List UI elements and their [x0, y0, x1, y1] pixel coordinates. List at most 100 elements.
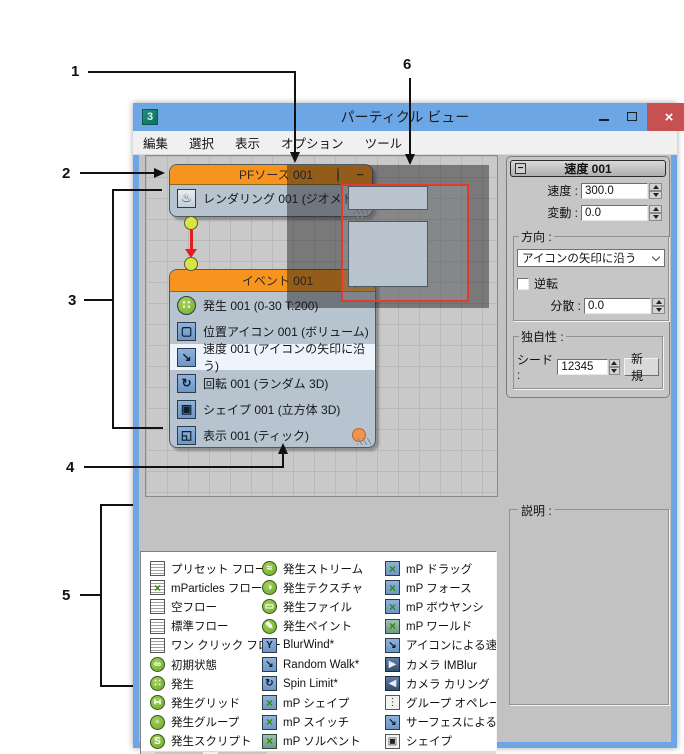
depot-label: プリセット フロー: [171, 563, 267, 576]
particle-view-window: 3 パーティクル ビュー × 編集 選択 表示 オプション ツール PFソース …: [133, 103, 684, 754]
depot-label: 発生テクスチャ: [283, 582, 364, 595]
depot-item-mp-solvent[interactable]: × mP ソルベント: [262, 732, 363, 751]
event-display-canvas[interactable]: PFソース 001 − ♨ レンダリング 001 (ジオメトリ) イベント 00…: [145, 155, 498, 497]
birth-stream-icon: ≈: [262, 561, 277, 577]
reverse-checkbox[interactable]: [517, 277, 529, 290]
depot-item-spin-limit[interactable]: ↻ Spin Limit*: [262, 674, 363, 693]
menu-tools[interactable]: ツール: [365, 133, 403, 152]
spin-up-icon[interactable]: [608, 358, 620, 367]
depot-item-blurwind[interactable]: Y BlurWind*: [262, 636, 363, 655]
birth-group-icon: ▫: [150, 714, 165, 730]
menu-display[interactable]: 表示: [235, 133, 260, 152]
variation-input[interactable]: 0.0: [581, 204, 648, 221]
uniqueness-legend: 独自性 :: [521, 330, 564, 344]
rollout-header[interactable]: − 速度 001: [510, 160, 666, 177]
uniqueness-group: 独自性 : シード : 12345 新規: [513, 328, 663, 389]
depot-label: mP ソルベント: [283, 736, 361, 749]
seed-spinner[interactable]: [608, 358, 620, 375]
seed-input[interactable]: 12345: [557, 358, 608, 375]
birth-paint-icon: ✎: [262, 618, 277, 634]
spin-down-icon[interactable]: [649, 212, 662, 221]
speed-spinner[interactable]: [649, 182, 662, 199]
spin-up-icon[interactable]: [649, 182, 662, 191]
depot-item-mp-drag[interactable]: × mP ドラッグ: [385, 559, 496, 578]
minimize-button[interactable]: [591, 103, 617, 129]
depot-label: カメラ IMBlur: [406, 659, 477, 672]
spin-up-icon[interactable]: [652, 297, 665, 306]
flow-icon: [150, 637, 165, 653]
depot-label: mP ワールド: [406, 621, 473, 634]
callout-1: 1: [71, 63, 80, 80]
event-input-connector[interactable]: [184, 257, 198, 271]
close-button[interactable]: ×: [647, 103, 684, 131]
depot-item-mp-switch[interactable]: × mP スイッチ: [262, 713, 363, 732]
depot-item-speed-by-surface[interactable]: ↘ サーフェスによる速度: [385, 713, 496, 732]
rollout-collapse-icon[interactable]: −: [515, 163, 526, 174]
initial-state-icon: ∞: [150, 657, 165, 673]
callout-2: 2: [62, 165, 71, 182]
depot-item-mp-buoyancy[interactable]: × mP ボウヤンシ: [385, 597, 496, 616]
camera-culling-icon: ◀: [385, 676, 400, 692]
speed-icon: ↘: [177, 347, 196, 367]
spin-up-icon[interactable]: [649, 204, 662, 213]
speed-action-row-selected[interactable]: ↘ 速度 001 (アイコンの矢印に沿う): [170, 342, 375, 373]
depot-item-random-walk[interactable]: ↘ Random Walk*: [262, 655, 363, 674]
rollout-title: 速度 001: [564, 162, 612, 176]
rotation-action-row[interactable]: ↻ 回転 001 (ランダム 3D): [170, 370, 375, 396]
menu-options[interactable]: オプション: [281, 133, 344, 152]
birth-icon: ∷: [150, 676, 165, 692]
mp-force-icon: ×: [385, 580, 400, 596]
menu-edit[interactable]: 編集: [143, 133, 168, 152]
divergence-field-label: 分散 :: [550, 299, 581, 313]
depot-item-birth-file[interactable]: ▭ 発生ファイル: [262, 597, 363, 616]
divergence-input[interactable]: 0.0: [584, 297, 651, 314]
depot-label: mP ボウヤンシ: [406, 601, 484, 614]
depot-item-birth-paint[interactable]: ✎ 発生ペイント: [262, 617, 363, 636]
direction-dropdown[interactable]: アイコンの矢印に沿う: [517, 249, 665, 267]
resize-grip-icon[interactable]: [357, 438, 371, 445]
variation-spinner[interactable]: [649, 204, 662, 221]
shape-action-row[interactable]: ▣ シェイプ 001 (立方体 3D): [170, 396, 375, 422]
display-action-row[interactable]: ◱ 表示 001 (ティック): [170, 422, 375, 447]
speed-field-label: 速度 :: [547, 184, 578, 198]
depot-column-3: × mP ドラッグ × mP フォース × mP ボウヤンシ × mP ワールド ↘ アイ…: [385, 559, 496, 751]
source-output-connector[interactable]: [184, 216, 198, 230]
new-seed-button[interactable]: 新規: [623, 352, 659, 383]
maximize-button[interactable]: [619, 103, 645, 129]
depot-label: 空フロー: [171, 601, 217, 614]
render-teapot-icon: ♨: [177, 188, 196, 208]
spin-down-icon[interactable]: [608, 366, 620, 375]
speed-by-surface-icon: ↘: [385, 714, 400, 730]
resize-grip-icon: [353, 212, 366, 218]
divergence-spinner[interactable]: [652, 297, 665, 314]
depot-label: 発生ペイント: [283, 621, 352, 634]
position-icon-icon: ▢: [177, 321, 196, 341]
depot-item-mp-world[interactable]: × mP ワールド: [385, 617, 496, 636]
birth-grid-icon: ∺: [150, 695, 165, 711]
depot-label: mP スイッチ: [283, 717, 350, 730]
mp-buoyancy-icon: ×: [385, 599, 400, 615]
depot-label: 発生グループ: [171, 717, 240, 730]
depot-label: 初期状態: [171, 659, 217, 672]
spin-down-icon[interactable]: [652, 305, 665, 314]
page: 3 パーティクル ビュー × 編集 選択 表示 オプション ツール PFソース …: [0, 0, 684, 754]
position-icon-label: 位置アイコン 001 (ボリューム): [203, 324, 369, 339]
spin-down-icon[interactable]: [649, 190, 662, 199]
reverse-label: 逆転: [534, 277, 559, 291]
depot-item-shape[interactable]: ▣ シェイプ: [385, 732, 496, 751]
seed-field-label: シード :: [517, 353, 554, 382]
menu-select[interactable]: 選択: [189, 133, 214, 152]
speed-input[interactable]: 300.0: [581, 182, 648, 199]
depot-item-mp-force[interactable]: × mP フォース: [385, 578, 496, 597]
depot-label: mP フォース: [406, 582, 472, 595]
depot-item-group-operator[interactable]: ⋮ グループ オペレータ: [385, 693, 496, 712]
depot-item-speed-by-icon[interactable]: ↘ アイコンによる速度: [385, 636, 496, 655]
depot-item-camera-culling[interactable]: ◀ カメラ カリング: [385, 674, 496, 693]
ghost-node-small: [348, 186, 428, 210]
depot-item-camera-imblur[interactable]: ▶ カメラ IMBlur: [385, 655, 496, 674]
depot-item-mp-shape[interactable]: × mP シェイプ: [262, 693, 363, 712]
maximize-icon: [627, 111, 637, 121]
depot-item-birth-stream[interactable]: ≈ 発生ストリーム: [262, 559, 363, 578]
depot-label: mParticles フロー: [171, 582, 263, 595]
depot-item-birth-texture[interactable]: ◑ 発生テクスチャ: [262, 578, 363, 597]
